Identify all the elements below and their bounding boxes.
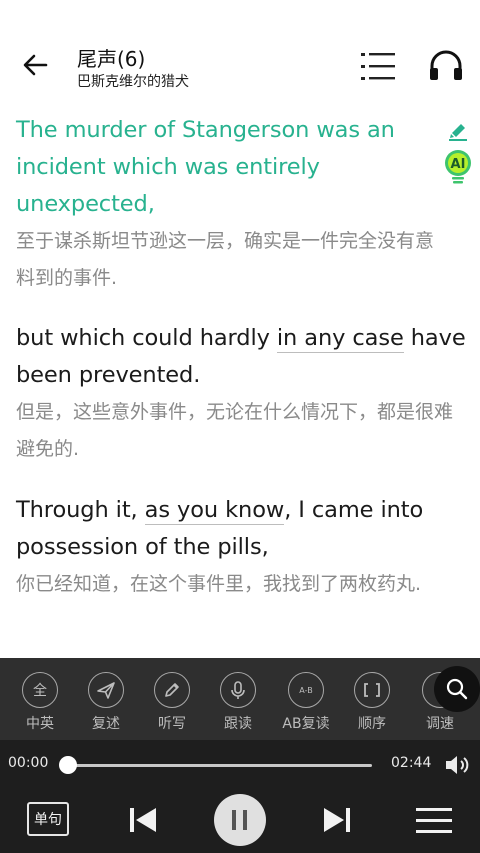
previous-button[interactable] (128, 806, 158, 834)
tool-ab-repeat[interactable]: A-B AB复读 (274, 672, 338, 733)
sentence-mode-button[interactable]: 单句 (27, 802, 69, 836)
menu-icon (416, 808, 452, 833)
bilingual-icon: 全 (22, 672, 58, 708)
loop-icon (354, 672, 390, 708)
tool-retell[interactable]: 复述 (74, 672, 138, 733)
volume-button[interactable] (444, 753, 470, 777)
player-panel: 全 中英 复述 听写 跟读 A-B AB复读 顺序 调速 00:00 02:44… (0, 658, 480, 853)
ab-glyph: A-B (299, 685, 313, 695)
chinese-translation: 至于谋杀斯坦节逊这一层，确实是一件完全没有意料到的事件. (16, 230, 435, 289)
bilingual-glyph: 全 (33, 683, 47, 699)
tool-label: 跟读 (224, 716, 252, 732)
chapter-list-button[interactable] (360, 50, 396, 84)
playlist-button[interactable] (415, 806, 453, 836)
progress-row: 00:00 02:44 (0, 740, 480, 788)
paragraph-3[interactable]: Through it, as you know, I came into pos… (16, 492, 466, 603)
tool-bilingual[interactable]: 全 中英 (8, 672, 72, 733)
pause-icon (232, 810, 247, 830)
progress-track[interactable] (68, 764, 372, 767)
skip-next-icon (324, 808, 350, 832)
top-bar: 尾声(6) 巴斯克维尔的猎犬 (0, 0, 480, 110)
tool-follow-read[interactable]: 跟读 (206, 672, 270, 733)
pause-button[interactable] (214, 794, 266, 846)
phrase-link[interactable]: in any case (276, 325, 404, 353)
tool-dictation[interactable]: 听写 (140, 672, 204, 733)
phrase-link[interactable]: as you know (144, 497, 284, 525)
next-button[interactable] (322, 806, 352, 834)
highlighter-icon (449, 124, 467, 141)
current-time: 00:00 (8, 755, 49, 771)
headphones-icon (430, 50, 462, 80)
book-title: 巴斯克维尔的猎犬 (77, 74, 189, 90)
pencil-icon (154, 672, 190, 708)
total-time: 02:44 (391, 755, 432, 771)
back-button[interactable] (20, 50, 50, 80)
microphone-icon (220, 672, 256, 708)
arrow-left-icon (23, 54, 48, 76)
english-sentence[interactable]: but which could hardly in any case have … (16, 320, 466, 394)
chinese-translation: 但是，这些意外事件，无论在什么情况下，都是很难避免的. (16, 401, 454, 460)
study-toolbar: 全 中英 复述 听写 跟读 A-B AB复读 顺序 调速 (0, 658, 480, 738)
search-icon (446, 678, 468, 700)
english-sentence[interactable]: Through it, as you know, I came into pos… (16, 492, 466, 566)
chinese-translation: 你已经知道，在这个事件里，我找到了两枚药丸. (16, 573, 422, 595)
tool-label: 顺序 (358, 716, 386, 732)
skip-previous-icon (130, 808, 156, 832)
tool-label: 复述 (92, 716, 120, 732)
tool-label: 调速 (426, 716, 454, 732)
tool-label: 中英 (26, 716, 54, 732)
chapter-list-icon (361, 53, 395, 80)
tool-label: AB复读 (282, 716, 330, 732)
ai-button[interactable]: AI (444, 150, 472, 184)
sentence-text: Through it, (16, 497, 145, 523)
playback-controls: 单句 (0, 788, 480, 853)
english-sentence[interactable]: The murder of Stangerson was an incident… (16, 112, 446, 223)
tool-order[interactable]: 顺序 (340, 672, 404, 733)
tool-label: 听写 (158, 716, 186, 732)
volume-icon (446, 756, 469, 774)
search-button[interactable] (434, 666, 480, 712)
paragraph-2[interactable]: but which could hardly in any case have … (16, 320, 466, 468)
paragraph-1[interactable]: The murder of Stangerson was an incident… (16, 112, 446, 297)
note-button[interactable] (446, 118, 470, 142)
progress-knob[interactable] (59, 756, 77, 774)
ab-repeat-icon: A-B (288, 672, 324, 708)
audio-button[interactable] (428, 50, 464, 82)
sentence-text: but which could hardly (16, 325, 277, 351)
ai-bulb-icon: AI (445, 150, 471, 184)
airplane-icon (88, 672, 124, 708)
chapter-title: 尾声(6) (77, 47, 146, 71)
ai-label: AI (451, 157, 466, 172)
